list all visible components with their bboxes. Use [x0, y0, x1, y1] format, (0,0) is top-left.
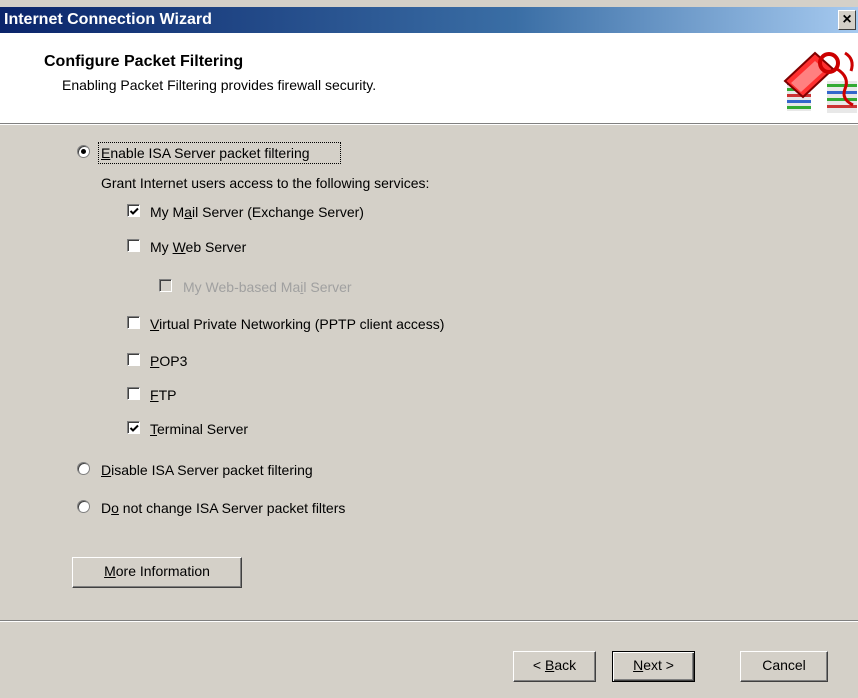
vpn-label[interactable]: Virtual Private Networking (PPTP client … — [150, 316, 444, 332]
header-divider-highlight — [0, 124, 858, 125]
firewall-key-icon — [783, 51, 857, 113]
title-bar[interactable]: Internet Connection Wizard × — [0, 7, 858, 33]
page-title: Configure Packet Filtering — [44, 53, 244, 70]
check-icon — [129, 207, 139, 215]
grant-access-text: Grant Internet users access to the follo… — [101, 175, 430, 191]
more-information-button[interactable]: More Information — [72, 557, 242, 588]
radio-selected-dot — [81, 149, 86, 154]
page-subtitle: Enabling Packet Filtering provides firew… — [62, 77, 377, 93]
back-button[interactable]: < Back — [513, 651, 596, 682]
terminal-server-label[interactable]: Terminal Server — [150, 421, 248, 437]
cancel-button[interactable]: Cancel — [740, 651, 828, 682]
web-mail-server-checkbox[interactable] — [159, 279, 172, 292]
vpn-checkbox[interactable] — [127, 316, 140, 329]
no-change-radio[interactable] — [77, 500, 90, 513]
web-mail-server-label: My Web-based Mail Server — [183, 279, 352, 295]
ftp-label[interactable]: FTP — [150, 387, 176, 403]
close-icon: × — [842, 11, 852, 28]
close-button[interactable]: × — [838, 10, 856, 30]
wizard-header: Configure Packet Filtering Enabling Pack… — [0, 33, 858, 123]
disable-filtering-radio[interactable] — [77, 462, 90, 475]
web-server-checkbox[interactable] — [127, 239, 140, 252]
pop3-label[interactable]: POP3 — [150, 353, 187, 369]
mail-server-label[interactable]: My Mail Server (Exchange Server) — [150, 204, 364, 220]
enable-filtering-label[interactable]: Enable ISA Server packet filtering — [101, 145, 310, 161]
window-title: Internet Connection Wizard — [4, 11, 212, 28]
pop3-checkbox[interactable] — [127, 353, 140, 366]
next-button[interactable]: Next > — [612, 651, 695, 682]
footer-divider-highlight — [0, 621, 858, 622]
check-icon — [129, 424, 139, 432]
enable-filtering-radio[interactable] — [77, 145, 90, 158]
no-change-label[interactable]: Do not change ISA Server packet filters — [101, 500, 345, 516]
terminal-server-checkbox[interactable] — [127, 421, 140, 434]
disable-filtering-label[interactable]: Disable ISA Server packet filtering — [101, 462, 313, 478]
ftp-checkbox[interactable] — [127, 387, 140, 400]
web-server-label[interactable]: My Web Server — [150, 239, 246, 255]
wizard-window: Internet Connection Wizard × Configure P… — [0, 0, 858, 698]
mail-server-checkbox[interactable] — [127, 204, 140, 217]
